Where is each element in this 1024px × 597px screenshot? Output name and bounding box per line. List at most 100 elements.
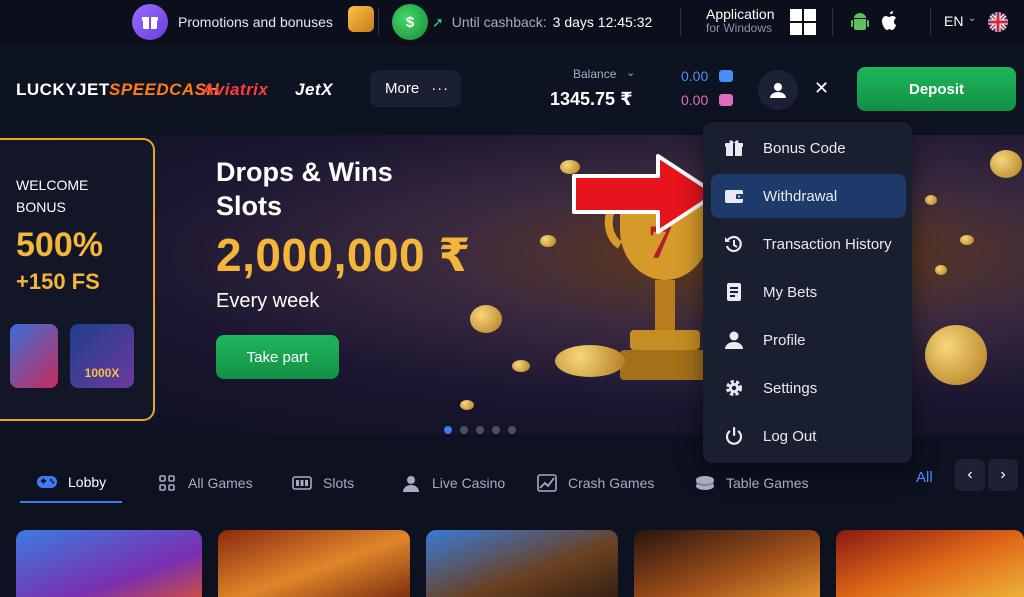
carousel-dots (444, 426, 516, 434)
tab-slots[interactable]: Slots (291, 463, 354, 503)
app-subtitle: for Windows (706, 21, 773, 35)
all-games-link[interactable]: All (916, 469, 933, 486)
gift-box-icon (348, 6, 374, 32)
arrow-up-icon: ➚ (432, 13, 444, 30)
game-card[interactable] (634, 530, 820, 597)
welcome-percent: 500% (16, 226, 103, 264)
power-icon (723, 425, 745, 447)
carousel-dot[interactable] (460, 426, 468, 434)
divider (378, 8, 379, 36)
bonus-wallet-icon (719, 70, 733, 82)
android-icon[interactable] (850, 11, 870, 33)
gift-icon (132, 4, 168, 40)
bonus-balance-2: 0.00 (681, 92, 709, 108)
promotions-label: Promotions and bonuses (178, 14, 333, 30)
slot-thumbnail[interactable] (10, 324, 58, 388)
apple-icon[interactable] (880, 10, 900, 32)
next-arrow-button[interactable]: › (988, 459, 1018, 491)
slot-thumb-label: 1000X (84, 366, 120, 380)
receipt-icon (723, 281, 745, 303)
more-label: More (385, 80, 420, 97)
divider (930, 8, 931, 36)
menu-item-transaction-history[interactable]: Transaction History (711, 222, 906, 266)
wallet-icon (723, 185, 745, 207)
aviatrix-logo[interactable]: Aviatrix (202, 80, 268, 100)
menu-item-my-bets[interactable]: My Bets (711, 270, 906, 314)
menu-label: My Bets (763, 283, 818, 301)
language-select[interactable]: EN (944, 13, 963, 29)
game-card[interactable] (16, 530, 202, 597)
close-icon[interactable]: ✕ (814, 78, 829, 99)
tab-label: Table Games (726, 475, 809, 491)
cashback-icon: $ (392, 4, 428, 40)
tab-table-games[interactable]: Table Games (694, 463, 808, 503)
tab-label: Slots (323, 475, 355, 491)
cashback-time: 3 days 12:45:32 (552, 14, 653, 30)
game-card[interactable] (836, 530, 1024, 597)
red-arrow-annotation (572, 154, 718, 234)
tab-crash-games[interactable]: Crash Games (536, 463, 654, 503)
menu-item-logout[interactable]: Log Out (711, 414, 906, 458)
carousel-dot[interactable] (476, 426, 484, 434)
carousel-dot[interactable] (444, 426, 452, 434)
user-icon (770, 83, 786, 98)
balance-label[interactable]: Balance (573, 67, 616, 81)
chevron-down-icon[interactable]: ⌄ (968, 13, 976, 24)
history-icon (723, 233, 745, 255)
menu-label: Settings (763, 379, 818, 397)
take-part-button[interactable]: Take part (216, 335, 339, 379)
menu-item-profile[interactable]: Profile (711, 318, 906, 362)
user-icon (723, 329, 745, 351)
windows-icon[interactable] (790, 9, 816, 35)
gamepad-icon (36, 473, 58, 491)
carousel-dot[interactable] (508, 426, 516, 434)
chevron-down-icon[interactable]: ⌄ (626, 66, 635, 79)
menu-label: Profile (763, 331, 806, 349)
banner-prize: 2,000,000 ₹ (216, 229, 471, 281)
menu-label: Log Out (763, 427, 817, 445)
menu-item-settings[interactable]: Settings (711, 366, 906, 410)
menu-item-withdrawal[interactable]: Withdrawal (711, 174, 906, 218)
balance-value: 1345.75 ₹ (550, 89, 633, 109)
jetx-logo[interactable]: JetX (295, 80, 333, 100)
app-title: Application (706, 6, 775, 22)
tab-label: Lobby (68, 474, 107, 490)
game-card[interactable] (218, 530, 410, 597)
banner-title: Drops & Wins Slots (216, 157, 393, 221)
dealer-icon (400, 474, 422, 492)
menu-label: Transaction History (763, 235, 892, 253)
divider (832, 8, 833, 36)
menu-item-bonus-code[interactable]: Bonus Code (711, 126, 906, 170)
prev-arrow-button[interactable]: ‹ (955, 459, 985, 491)
game-card[interactable] (426, 530, 618, 597)
luckyjet-logo[interactable]: LUCKYJET (16, 80, 110, 100)
more-button[interactable]: More ··· (370, 70, 461, 107)
carousel-dot[interactable] (492, 426, 500, 434)
app-download-link[interactable]: Application for Windows (706, 7, 775, 35)
gear-icon (723, 377, 745, 399)
chips-icon (694, 474, 716, 492)
tab-label: Live Casino (432, 475, 506, 491)
bonus-gift-icon (719, 94, 733, 106)
promotions-link[interactable]: Promotions and bonuses (132, 4, 333, 40)
more-dots-icon: ··· (431, 80, 450, 97)
welcome-free-spins: +150 FS (16, 269, 100, 294)
tab-label: Crash Games (568, 475, 655, 491)
banner-subtitle: Every week (216, 290, 320, 312)
gift-icon (723, 137, 745, 159)
grid-icon (156, 474, 178, 492)
tab-lobby[interactable]: Lobby (20, 463, 123, 503)
uk-flag-icon[interactable] (988, 12, 1008, 32)
tab-live-casino[interactable]: Live Casino (400, 463, 505, 503)
menu-label: Withdrawal (763, 187, 838, 205)
deposit-button[interactable]: Deposit (857, 67, 1016, 111)
cashback-label: Until cashback: (451, 14, 547, 30)
crash-icon (536, 474, 558, 492)
bonus-balance-1: 0.00 (681, 68, 709, 84)
tab-all-games[interactable]: All Games (156, 463, 253, 503)
cashback-timer[interactable]: $ ➚ Until cashback: 3 days 12:45:32 (392, 4, 652, 40)
slot-thumbnail[interactable]: 1000X (70, 324, 134, 388)
divider (680, 8, 681, 36)
user-menu-button[interactable] (758, 70, 798, 110)
menu-label: Bonus Code (763, 139, 846, 157)
